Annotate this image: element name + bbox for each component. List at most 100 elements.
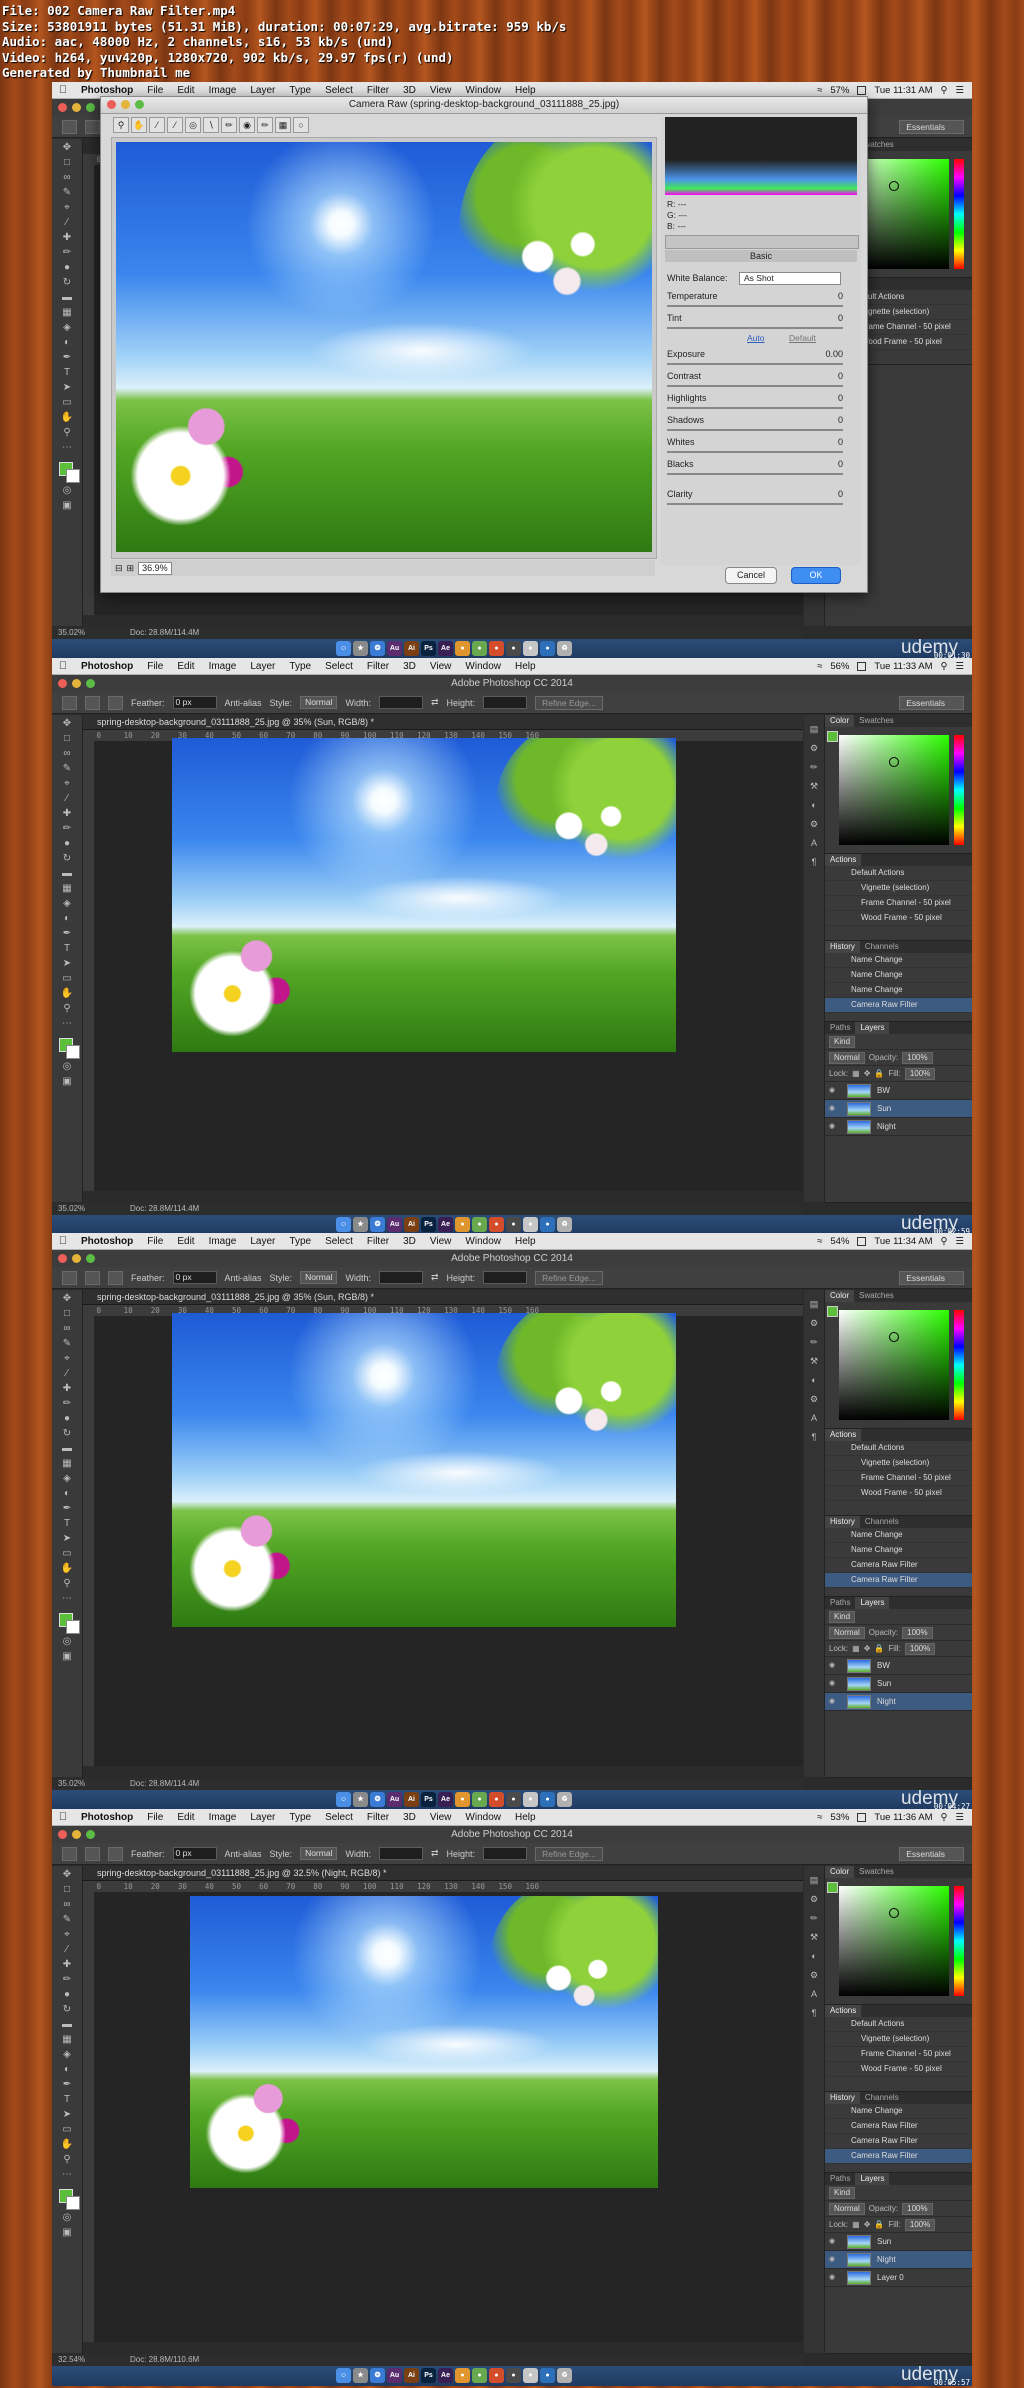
eyedropper-tool-icon[interactable]: ⁄ <box>59 1944 75 1956</box>
properties-panel-icon[interactable]: ⚙ <box>808 1894 820 1904</box>
history-state[interactable]: Camera Raw Filter <box>825 2119 972 2134</box>
tab-actions[interactable]: Actions <box>825 854 862 866</box>
height-input[interactable] <box>483 696 528 709</box>
battery-icon[interactable] <box>857 661 867 671</box>
illustrator-app-icon[interactable]: Ai <box>404 2368 419 2383</box>
zoom-window-button[interactable] <box>86 679 95 688</box>
zoom-level[interactable]: 35.02% <box>58 627 85 639</box>
dodge-tool-icon[interactable]: ◐ <box>59 2064 75 2076</box>
spotlight-search-icon[interactable]: ⚲ <box>941 661 948 672</box>
firefox-icon[interactable]: ● <box>489 1792 504 1807</box>
eraser-tool-icon[interactable]: ▬ <box>59 1443 75 1455</box>
document-tab[interactable]: spring-desktop-background_03111888_25.jp… <box>83 1866 803 1881</box>
marquee-tool-icon[interactable]: □ <box>59 1308 75 1320</box>
finder-icon[interactable]: ☺ <box>336 641 351 656</box>
radial-filter-icon[interactable]: ○ <box>293 117 309 133</box>
new-selection-button[interactable] <box>85 1270 100 1285</box>
tab-channels[interactable]: Channels <box>860 941 904 953</box>
menu-layer[interactable]: Layer <box>243 85 282 96</box>
document-image[interactable] <box>172 1313 676 1627</box>
action-item[interactable]: Vignette (selection) <box>825 1456 972 1471</box>
zoom-plus-button[interactable]: ⊞ <box>127 563 135 574</box>
tool-presets-icon[interactable]: ⚒ <box>808 1932 820 1942</box>
app-icon[interactable]: ● <box>506 2368 521 2383</box>
adjustments-panel-icon[interactable]: ◐ <box>808 1951 820 1961</box>
kind-filter-select[interactable]: Kind <box>829 1035 856 1048</box>
menu-edit[interactable]: Edit <box>170 661 201 672</box>
history-state[interactable]: Camera Raw Filter <box>825 1573 972 1588</box>
firefox-icon[interactable]: ● <box>489 1217 504 1232</box>
panel-foreground-swatch[interactable] <box>827 1882 838 1893</box>
blend-mode-select[interactable]: Normal <box>829 1051 865 1064</box>
style-select[interactable]: Normal <box>300 696 338 709</box>
path-select-tool-icon[interactable]: ➤ <box>59 1533 75 1545</box>
photoshop-app-icon[interactable]: Ps <box>421 1792 436 1807</box>
action-item[interactable]: Vignette (selection) <box>825 881 972 896</box>
safari-icon[interactable]: ❂ <box>370 2368 385 2383</box>
menu-file[interactable]: File <box>140 85 170 96</box>
menu-layer[interactable]: Layer <box>243 661 282 672</box>
action-item[interactable]: Wood Frame - 50 pixel <box>825 1486 972 1501</box>
crop-tool-icon[interactable]: ⌖ <box>59 1929 75 1941</box>
zoom-level[interactable]: 35.02% <box>58 1778 85 1790</box>
app-icon[interactable]: ● <box>472 641 487 656</box>
menu-help[interactable]: Help <box>508 661 543 672</box>
add-selection-button[interactable] <box>108 1846 123 1861</box>
visibility-eye-icon[interactable]: ◉ <box>829 1693 839 1710</box>
menu-file[interactable]: File <box>140 1236 170 1247</box>
shape-tool-icon[interactable]: ▭ <box>59 2124 75 2136</box>
visibility-eye-icon[interactable]: ◉ <box>829 1657 839 1674</box>
history-state[interactable]: Camera Raw Filter <box>825 998 972 1013</box>
audition-app-icon[interactable]: Au <box>387 1217 402 1232</box>
minimize-dialog-button[interactable] <box>121 100 130 109</box>
eyedropper-tool-icon[interactable]: ⁄ <box>59 793 75 805</box>
finder-icon[interactable]: ☺ <box>336 2368 351 2383</box>
menu-view[interactable]: View <box>423 1236 459 1247</box>
close-dialog-button[interactable] <box>107 100 116 109</box>
hand-tool-icon[interactable]: ✋ <box>131 117 147 133</box>
workspace-select[interactable]: Essentials <box>899 695 964 710</box>
eraser-tool-icon[interactable]: ▬ <box>59 292 75 304</box>
tab-channels[interactable]: Channels <box>860 2092 904 2104</box>
blur-tool-icon[interactable]: ◈ <box>59 898 75 910</box>
type-tool-icon[interactable]: T <box>59 367 75 379</box>
zoom-window-button[interactable] <box>86 103 95 112</box>
visibility-eye-icon[interactable]: ◉ <box>829 2251 839 2268</box>
default-link[interactable]: Default <box>789 333 816 343</box>
after-effects-app-icon[interactable]: Ae <box>438 2368 453 2383</box>
more-tools-icon[interactable]: ⋯ <box>59 2169 75 2181</box>
antialias-checkbox[interactable]: Anti-alias <box>225 1849 262 1859</box>
document-tab[interactable]: spring-desktop-background_03111888_25.jp… <box>83 715 803 730</box>
pen-tool-icon[interactable]: ✒ <box>59 928 75 940</box>
brush-tool-icon[interactable]: ✏ <box>59 1398 75 1410</box>
app-icon[interactable]: ● <box>540 1217 555 1232</box>
refine-edge-button[interactable]: Refine Edge... <box>535 1270 603 1285</box>
zoom-level[interactable]: 32.54% <box>58 2354 85 2366</box>
close-window-button[interactable] <box>58 1254 67 1263</box>
menu-edit[interactable]: Edit <box>170 1812 201 1823</box>
color-field[interactable] <box>839 735 949 845</box>
highlights-slider[interactable] <box>667 407 843 409</box>
panel-foreground-swatch[interactable] <box>827 1306 838 1317</box>
tab-channels[interactable]: Channels <box>860 1516 904 1528</box>
wifi-icon[interactable]: ≈ <box>817 661 822 672</box>
audition-app-icon[interactable]: Au <box>387 1792 402 1807</box>
history-panel-icon[interactable]: ▤ <box>808 724 820 734</box>
type-tool-icon[interactable]: T <box>59 2094 75 2106</box>
zoom-window-button[interactable] <box>86 1254 95 1263</box>
marquee-tool-icon[interactable]: □ <box>59 1884 75 1896</box>
doc-size[interactable]: Doc: 28.8M/114.4M <box>130 1778 199 1790</box>
app-icon[interactable]: ● <box>455 1217 470 1232</box>
app-icon[interactable]: ● <box>523 1792 538 1807</box>
healing-brush-icon[interactable]: ✚ <box>59 232 75 244</box>
audition-app-icon[interactable]: Au <box>387 641 402 656</box>
shape-tool-icon[interactable]: ▭ <box>59 1548 75 1560</box>
healing-brush-icon[interactable]: ✚ <box>59 1959 75 1971</box>
quick-select-tool-icon[interactable]: ✎ <box>59 1338 75 1350</box>
lasso-tool-icon[interactable]: ∞ <box>59 172 75 184</box>
styles-panel-icon[interactable]: ⚙ <box>808 819 820 829</box>
minimize-window-button[interactable] <box>72 103 81 112</box>
lock-position-icon[interactable]: ✥ <box>864 1069 871 1078</box>
visibility-eye-icon[interactable]: ◉ <box>829 2233 839 2250</box>
layer-row[interactable]: ◉ Night <box>825 1693 972 1711</box>
